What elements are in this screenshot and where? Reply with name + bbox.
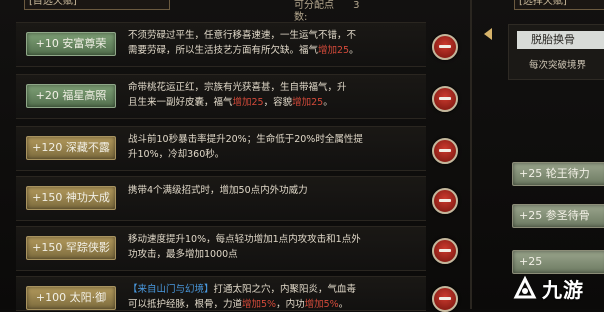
talent-detail-subtitle: 每次突破境界 — [529, 60, 587, 71]
talent-tag[interactable]: +10 安富尊荣 — [26, 32, 116, 56]
talent-description: 战斗前10秒暴击率提升20%；生命低于20%时全属性提 升10%，冷却360秒。 — [128, 134, 363, 160]
game-talent-screen: [目选天赋] 可分配点 3 数: +10 安富尊荣 不须劳碌过平生，任意行移喜速… — [0, 0, 604, 312]
talent-row[interactable]: +100 太阳·御 【来自山门与幻境】打通太阳之穴，内聚阳炎，气血毒 可以抵护经… — [16, 276, 426, 311]
talent-description: 命带桃花运正红，宗族有光获喜甚，生自带福气，升 且生来一副好皮囊，福气增加25，… — [128, 82, 347, 108]
logo-text: 九游 — [542, 278, 584, 302]
available-talents-header: [选择天赋] — [514, 0, 604, 10]
talent-description: 不须劳碌过平生，任意行移喜速速，一生运气不错，不 需要劳碌，所以生活技艺方面有所… — [128, 30, 359, 56]
selected-talents-header: [目选天赋] — [24, 0, 170, 10]
remove-talent-button[interactable] — [432, 86, 458, 112]
remove-talent-button[interactable] — [432, 286, 458, 312]
talent-row[interactable]: +150 神功大成 携带4个满级招式时，增加50点内外功威力 — [16, 176, 426, 221]
remove-talent-button[interactable] — [432, 138, 458, 164]
talent-tag[interactable]: +100 太阳·御 — [26, 286, 116, 310]
talent-row[interactable]: +20 福星高照 命带桃花运正红，宗族有光获喜甚，生自带福气，升 且生来一副好皮… — [16, 74, 426, 119]
talent-detail-card[interactable]: 脱胎换骨 每次突破境界 — [508, 24, 604, 80]
talent-tag[interactable]: +120 深藏不露 — [26, 136, 116, 160]
talent-detail-title: 脱胎换骨 — [517, 31, 604, 49]
points-label-suffix: 数: — [294, 12, 308, 23]
remove-talent-button[interactable] — [432, 188, 458, 214]
logo-icon — [513, 275, 537, 299]
talent-row[interactable]: +120 深藏不露 战斗前10秒暴击率提升20%；生命低于20%时全属性提 升1… — [16, 126, 426, 171]
available-talent-tag[interactable]: +25 轮王待力 — [512, 162, 604, 186]
talent-row[interactable]: +150 罕踪侠影 移动速度提升10%，每点轻功增加1点内攻攻击和1点外 功攻击… — [16, 226, 426, 271]
scroll-left-arrow-icon[interactable] — [484, 28, 492, 40]
available-talent-tag[interactable]: +25 参圣待骨 — [512, 204, 604, 228]
available-talents-panel: [选择天赋] 脱胎换骨 每次突破境界 +25 轮王待力 +25 参圣待骨 +25 — [478, 0, 604, 309]
selected-talents-panel: [目选天赋] 可分配点 3 数: +10 安富尊荣 不须劳碌过平生，任意行移喜速… — [4, 0, 470, 312]
panel-divider — [470, 0, 472, 309]
talent-tag[interactable]: +150 神功大成 — [26, 186, 116, 210]
talent-description: 移动速度提升10%，每点轻功增加1点内攻攻击和1点外 功攻击，最多增加1000点 — [128, 234, 361, 260]
talent-tag[interactable]: +20 福星高照 — [26, 84, 116, 108]
talent-description: 【来自山门与幻境】打通太阳之穴，内聚阳炎，气血毒 可以抵护经脉，根骨，力道增加5… — [128, 284, 357, 310]
remove-talent-button[interactable] — [432, 238, 458, 264]
remove-talent-button[interactable] — [432, 34, 458, 60]
talent-description: 携带4个满级招式时，增加50点内外功威力 — [128, 185, 308, 196]
watermark-logo: 九游 — [508, 270, 604, 306]
talent-tag[interactable]: +150 罕踪侠影 — [26, 236, 116, 260]
talent-row[interactable]: +10 安富尊荣 不须劳碌过平生，任意行移喜速速，一生运气不错，不 需要劳碌，所… — [16, 22, 426, 67]
